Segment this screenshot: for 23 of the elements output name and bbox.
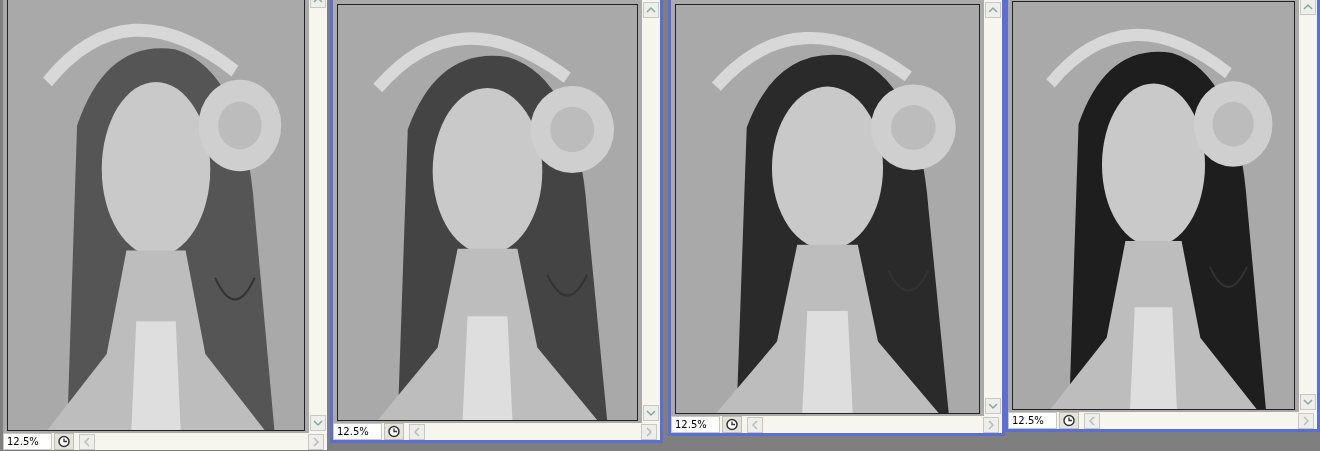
zoom-field[interactable]: 12.5%: [1008, 412, 1057, 429]
clock-icon[interactable]: [54, 433, 74, 450]
scroll-down-icon[interactable]: [1300, 394, 1316, 410]
scroll-right-icon[interactable]: [983, 416, 999, 433]
scroll-down-icon[interactable]: [643, 405, 659, 421]
clock-icon[interactable]: [384, 423, 404, 440]
scroll-down-icon[interactable]: [985, 398, 1001, 414]
scroll-right-icon[interactable]: [1298, 412, 1314, 429]
zoom-field[interactable]: 12.5%: [3, 433, 52, 450]
zoom-field[interactable]: 12.5%: [333, 423, 382, 440]
scroll-left-icon[interactable]: [1084, 412, 1100, 429]
scroll-right-icon[interactable]: [308, 433, 324, 450]
clock-icon[interactable]: [1059, 412, 1079, 429]
zoom-field[interactable]: 12.5%: [671, 416, 720, 433]
scroll-down-icon[interactable]: [310, 415, 326, 431]
scroll-up-icon[interactable]: [985, 2, 1001, 18]
scroll-up-icon[interactable]: [1300, 0, 1316, 15]
scroll-left-icon[interactable]: [409, 423, 425, 440]
scroll-up-icon[interactable]: [643, 2, 659, 18]
clock-icon[interactable]: [722, 416, 742, 433]
scroll-right-icon[interactable]: [641, 423, 657, 440]
scroll-left-icon[interactable]: [747, 416, 763, 433]
scroll-left-icon[interactable]: [79, 433, 95, 450]
